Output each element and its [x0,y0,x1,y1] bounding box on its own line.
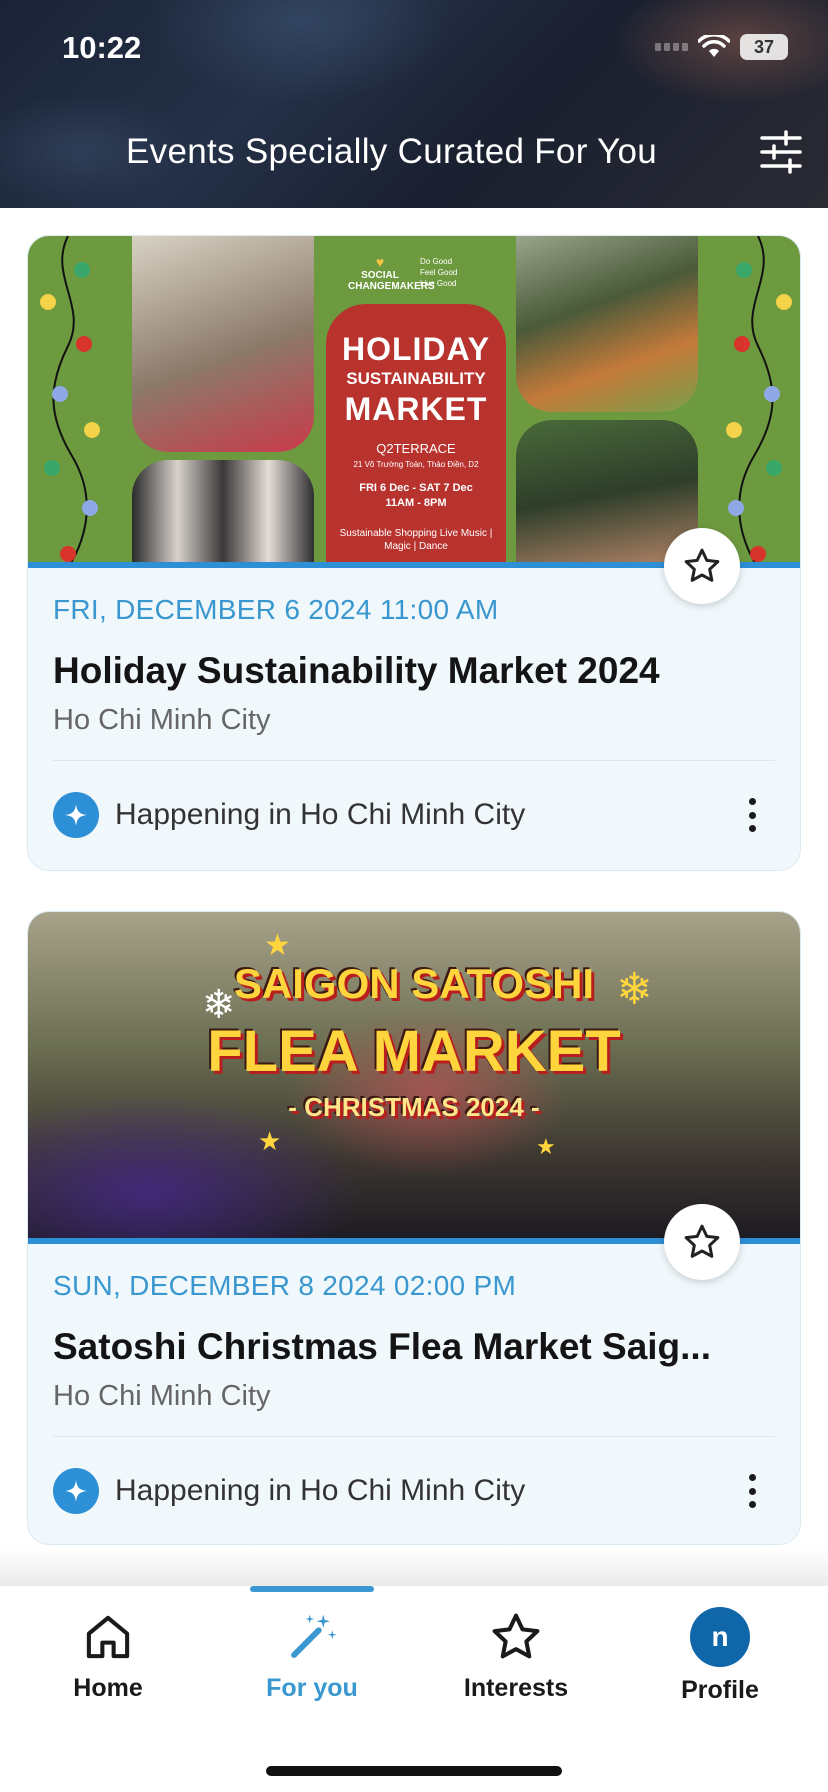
sparkle-icon [53,792,99,838]
divider [53,760,775,761]
favorite-button[interactable] [664,528,740,604]
star-icon [684,1224,720,1258]
string-lights-right [726,236,792,568]
more-options-button[interactable] [737,1470,767,1512]
sparkle-icon [53,1468,99,1514]
event-city: Ho Chi Minh City [53,704,271,736]
brand-logo: ♥ SOCIAL CHANGEMAKERS [348,254,435,292]
status-icons: 37 [655,34,788,60]
event-title[interactable]: Satoshi Christmas Flea Market Saig... [53,1326,711,1368]
tab-label: Profile [681,1676,759,1704]
event-date: FRI, DECEMBER 6 2024 11:00 AM [53,594,499,625]
event-footer: Happening in Ho Chi Minh City [53,790,777,840]
event-card[interactable]: ♥ SOCIAL CHANGEMAKERS Do Good Feel Good … [27,235,801,871]
tab-label: Home [73,1674,143,1702]
event-footer: Happening in Ho Chi Minh City [53,1466,777,1516]
snowflake-icon: ❄ [616,965,653,1014]
star-decoration: ★ [264,929,291,962]
tab-for-you[interactable]: For you [222,1606,402,1703]
tab-profile[interactable]: n Profile [630,1606,810,1705]
event-title[interactable]: Holiday Sustainability Market 2024 [53,650,660,692]
photo-vendor [516,236,698,412]
event-image[interactable]: SAIGON SATOSHI FLEA MARKET - CHRISTMAS 2… [28,912,800,1244]
header: 10:22 37 Events Specially Curated For Yo… [0,0,828,208]
snowflake-icon: ❄ [202,983,236,1027]
filter-button[interactable] [756,128,806,176]
event-card[interactable]: SAIGON SATOSHI FLEA MARKET - CHRISTMAS 2… [27,911,801,1545]
star-icon [684,548,720,582]
magic-wand-icon [291,1614,337,1658]
star-icon [492,1613,540,1659]
event-city: Ho Chi Minh City [53,1380,271,1412]
wifi-icon [698,35,730,57]
photo-clothing-rack [132,460,314,568]
event-date: SUN, DECEMBER 8 2024 02:00 PM [53,1270,517,1301]
photo-market-stall [132,236,314,452]
battery-icon: 37 [740,34,788,60]
more-options-button[interactable] [737,794,767,836]
event-image[interactable]: ♥ SOCIAL CHANGEMAKERS Do Good Feel Good … [28,236,800,568]
poster-headline: SAIGON SATOSHI [233,960,595,1007]
nav-shadow [0,1548,828,1586]
star-decoration: ★ [536,1134,556,1159]
string-lights-left [40,236,100,568]
poster-banner: HOLIDAY SUSTAINABILITY MARKET Q2TERRACE … [326,304,506,562]
tab-home[interactable]: Home [18,1606,198,1703]
tab-label: Interests [463,1674,569,1702]
tab-label: For you [266,1674,358,1702]
divider [53,1436,775,1437]
poster-subheadline: - CHRISTMAS 2024 - [288,1092,540,1122]
tab-interests[interactable]: Interests [426,1606,606,1703]
sliders-icon [760,130,802,174]
bottom-navigation: Home For you Interests n Profile [0,1586,828,1792]
home-indicator[interactable] [266,1766,562,1776]
favorite-button[interactable] [664,1204,740,1280]
cellular-signal-icon [655,43,688,51]
active-tab-indicator [250,1586,374,1592]
footer-text: Happening in Ho Chi Minh City [115,798,526,831]
poster-headline: FLEA MARKET [207,1019,621,1084]
avatar: n [690,1607,750,1667]
brand-tagline: Do Good Feel Good Live Good [420,257,458,288]
home-icon [86,1615,130,1659]
footer-text: Happening in Ho Chi Minh City [115,1474,526,1507]
page-title: Events Specially Curated For You [126,132,658,171]
status-time: 10:22 [62,30,142,65]
star-decoration: ★ [258,1126,282,1156]
